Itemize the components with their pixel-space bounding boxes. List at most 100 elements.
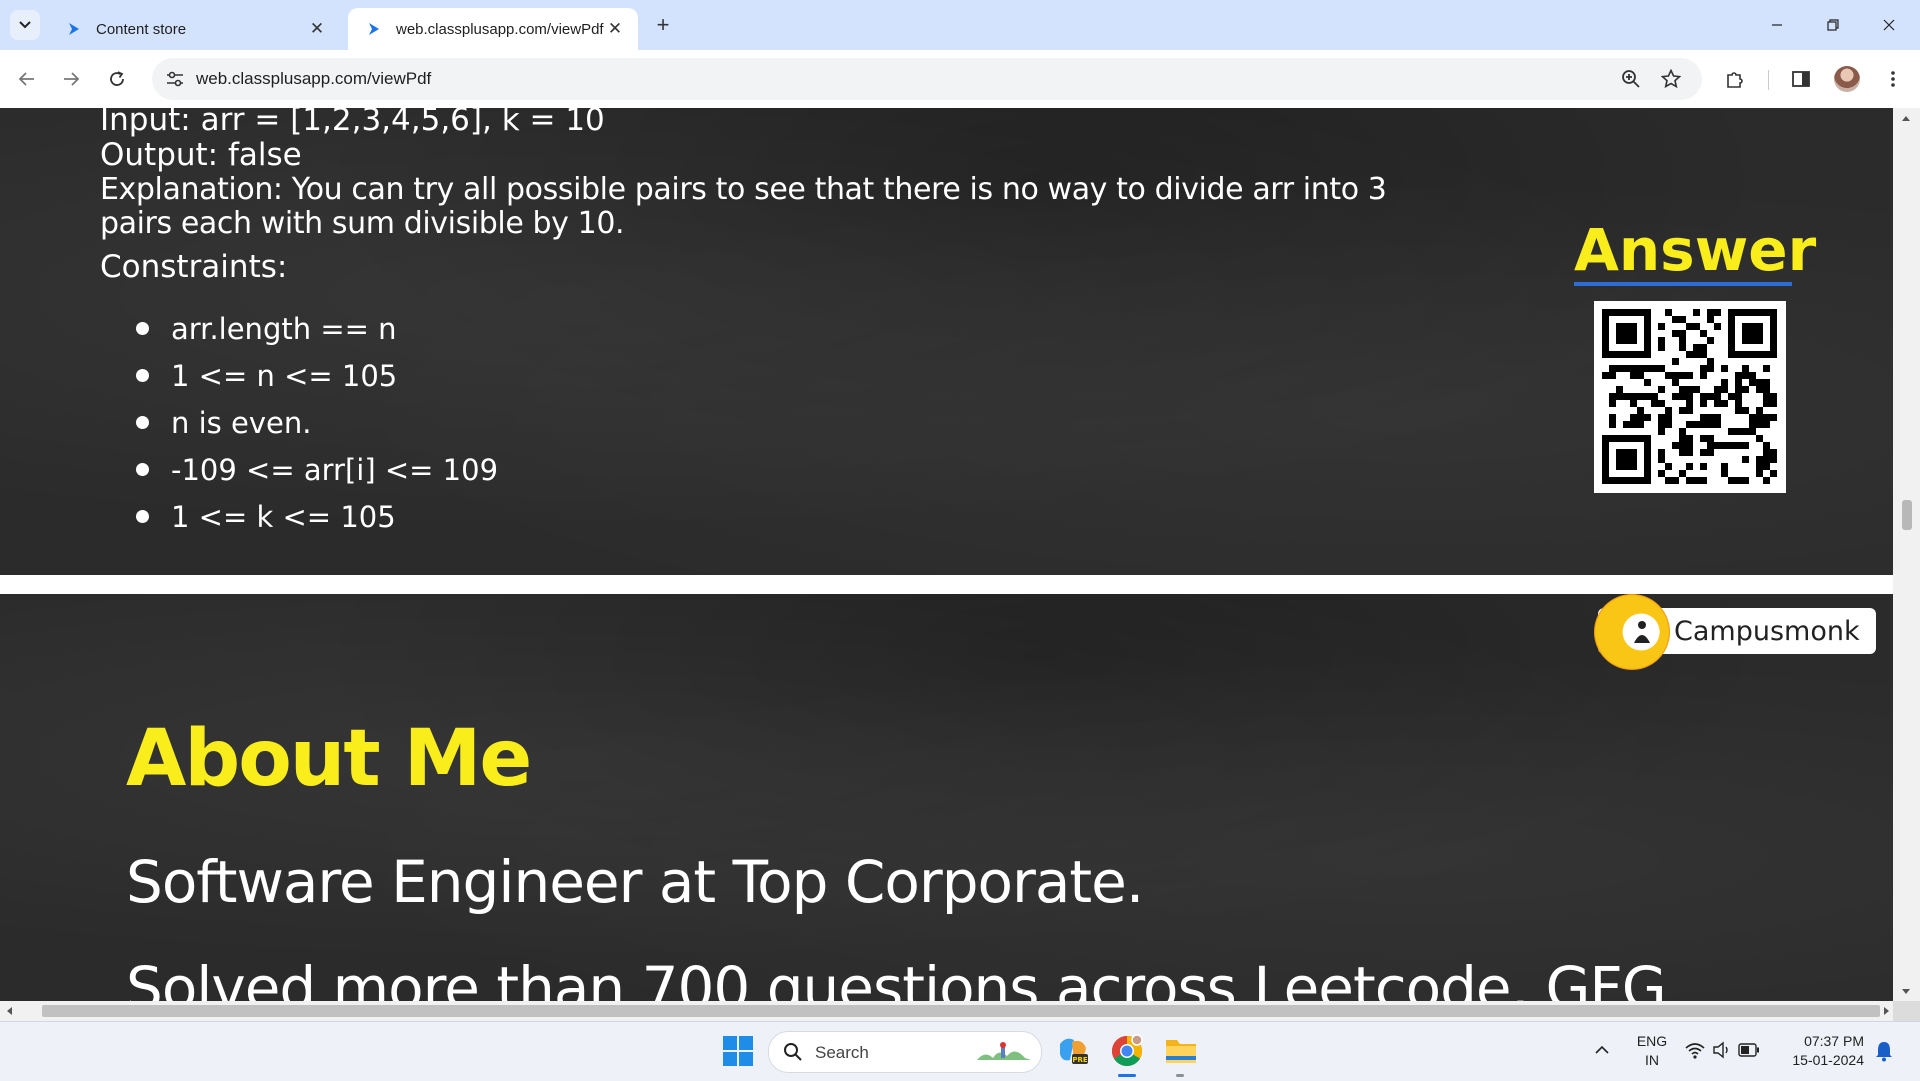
- taskbar-copilot[interactable]: PRE: [1054, 1032, 1092, 1070]
- brand-name: Campusmonk: [1674, 616, 1860, 647]
- constraint-item: 1 <= k <= 105: [136, 500, 396, 534]
- open-app-indicator: [1176, 1074, 1184, 1077]
- system-tray-status[interactable]: [1684, 1040, 1764, 1062]
- horizontal-scroll-thumb[interactable]: [42, 1005, 1880, 1017]
- arrow-right-icon: [64, 72, 80, 86]
- side-panel-button[interactable]: [1784, 62, 1818, 96]
- more-vert-icon: [1891, 71, 1895, 87]
- clock-time: 07:37 PM: [1804, 1033, 1864, 1049]
- answer-heading: Answer: [1574, 216, 1817, 284]
- forward-button[interactable]: [54, 62, 88, 96]
- taskbar-file-explorer[interactable]: [1162, 1032, 1200, 1070]
- tune-icon: [167, 71, 183, 87]
- scroll-right-icon[interactable]: [1883, 1006, 1891, 1016]
- chevron-up-icon: [1595, 1045, 1609, 1054]
- taskbar-chrome[interactable]: [1108, 1032, 1146, 1070]
- extensions-button[interactable]: [1718, 62, 1752, 96]
- pdf-page-problem: Input: arr = [1,2,3,4,5,6], k = 10 Outpu…: [0, 108, 1893, 575]
- bullet-icon: [136, 462, 149, 476]
- zoom-button[interactable]: [1618, 66, 1644, 92]
- tab-strip: Content store ✕ web.classplusapp.com/vie…: [0, 0, 1920, 50]
- constraints-label: Constraints:: [100, 249, 288, 285]
- star-icon: [1661, 69, 1681, 89]
- scroll-down-icon[interactable]: [1901, 988, 1911, 996]
- minimize-icon: [1772, 24, 1782, 26]
- classplus-favicon-icon: [66, 21, 82, 37]
- answer-underline: [1574, 282, 1792, 286]
- about-line: Software Engineer at Top Corporate.: [126, 848, 1144, 916]
- constraint-text: 1 <= n <= 105: [171, 359, 398, 393]
- constraint-item: n is even.: [136, 406, 311, 440]
- horizontal-scrollbar[interactable]: [0, 1001, 1893, 1021]
- zoom-in-icon: [1622, 70, 1640, 88]
- copilot-icon: PRE: [1060, 1038, 1088, 1064]
- bullet-icon: [136, 415, 149, 429]
- clock[interactable]: 07:37 PM 15-01-2024: [1782, 1032, 1864, 1070]
- folder-icon: [1166, 1040, 1196, 1063]
- browser-menu-button[interactable]: [1876, 62, 1910, 96]
- close-window-button[interactable]: [1866, 10, 1912, 40]
- bell-icon: [1876, 1042, 1892, 1062]
- search-placeholder: Search: [815, 1043, 869, 1062]
- start-button[interactable]: [722, 1035, 754, 1067]
- monk-icon: [1634, 621, 1650, 643]
- active-app-indicator: [1118, 1074, 1136, 1077]
- pdf-page-about: Campusmonk About Me Software Engineer at…: [0, 594, 1893, 1001]
- notifications-button[interactable]: [1874, 1040, 1898, 1064]
- plus-icon: +: [656, 12, 670, 37]
- url-text[interactable]: web.classplusapp.com/viewPdf: [196, 69, 431, 89]
- site-info-button[interactable]: [162, 66, 188, 92]
- region-code: IN: [1645, 1052, 1659, 1068]
- close-icon: [1883, 19, 1895, 31]
- scroll-left-icon[interactable]: [5, 1006, 13, 1016]
- about-line: Solved more than 700 questions across Le…: [126, 954, 1667, 1001]
- show-hidden-icons-button[interactable]: [1590, 1038, 1614, 1062]
- browser-toolbar: web.classplusapp.com/viewPdf: [0, 50, 1920, 109]
- output-line: Output: false: [100, 137, 302, 173]
- constraint-item: 1 <= n <= 105: [136, 359, 397, 393]
- chevron-down-icon: [19, 21, 31, 29]
- bullet-icon: [136, 321, 149, 335]
- puzzle-icon: [1727, 72, 1743, 88]
- taskbar-search[interactable]: Search: [768, 1031, 1042, 1073]
- bullet-icon: [136, 368, 149, 382]
- constraint-item: -109 <= arr[i] <= 109: [136, 453, 498, 487]
- tab-search-button[interactable]: [10, 10, 40, 40]
- windows-logo-icon: [723, 1036, 753, 1066]
- clock-date: 15-01-2024: [1792, 1052, 1864, 1068]
- tab-title: Content store: [96, 20, 187, 38]
- tab-viewpdf[interactable]: web.classplusapp.com/viewPdf ✕: [348, 8, 638, 50]
- restore-button[interactable]: [1810, 10, 1856, 40]
- tab-title: web.classplusapp.com/viewPdf: [396, 20, 604, 38]
- answer-qr-code: [1594, 301, 1786, 493]
- arrow-left-icon: [18, 72, 34, 86]
- reload-button[interactable]: [100, 62, 134, 96]
- explanation-line: pairs each with sum divisible by 10.: [100, 206, 625, 241]
- wifi-icon: [1685, 1043, 1705, 1059]
- scroll-up-icon[interactable]: [1901, 114, 1911, 122]
- search-icon: [784, 1043, 802, 1061]
- restore-icon: [1827, 19, 1839, 31]
- close-tab-icon[interactable]: ✕: [604, 18, 626, 40]
- constraint-text: -109 <= arr[i] <= 109: [171, 453, 499, 487]
- vertical-scroll-thumb[interactable]: [1902, 500, 1912, 530]
- address-bar[interactable]: web.classplusapp.com/viewPdf: [152, 58, 1702, 100]
- toolbar-divider: [1768, 70, 1769, 90]
- vertical-scrollbar[interactable]: [1893, 108, 1920, 1001]
- language-code: ENG: [1636, 1033, 1668, 1049]
- bullet-icon: [136, 509, 149, 523]
- about-heading: About Me: [126, 714, 532, 804]
- back-button[interactable]: [10, 62, 44, 96]
- new-tab-button[interactable]: +: [650, 12, 676, 38]
- explanation-line: Explanation: You can try all possible pa…: [100, 172, 1387, 207]
- constraint-text: n is even.: [171, 406, 312, 440]
- input-language[interactable]: ENG IN: [1634, 1032, 1670, 1070]
- scrollbar-corner: [1893, 1001, 1920, 1021]
- profile-avatar[interactable]: [1834, 66, 1860, 92]
- minimize-button[interactable]: [1754, 10, 1800, 40]
- close-tab-icon[interactable]: ✕: [306, 18, 328, 40]
- reload-icon: [110, 71, 124, 86]
- svg-text:PRE: PRE: [1072, 1056, 1088, 1064]
- tab-content-store[interactable]: Content store ✕: [48, 8, 340, 50]
- bookmark-button[interactable]: [1658, 66, 1684, 92]
